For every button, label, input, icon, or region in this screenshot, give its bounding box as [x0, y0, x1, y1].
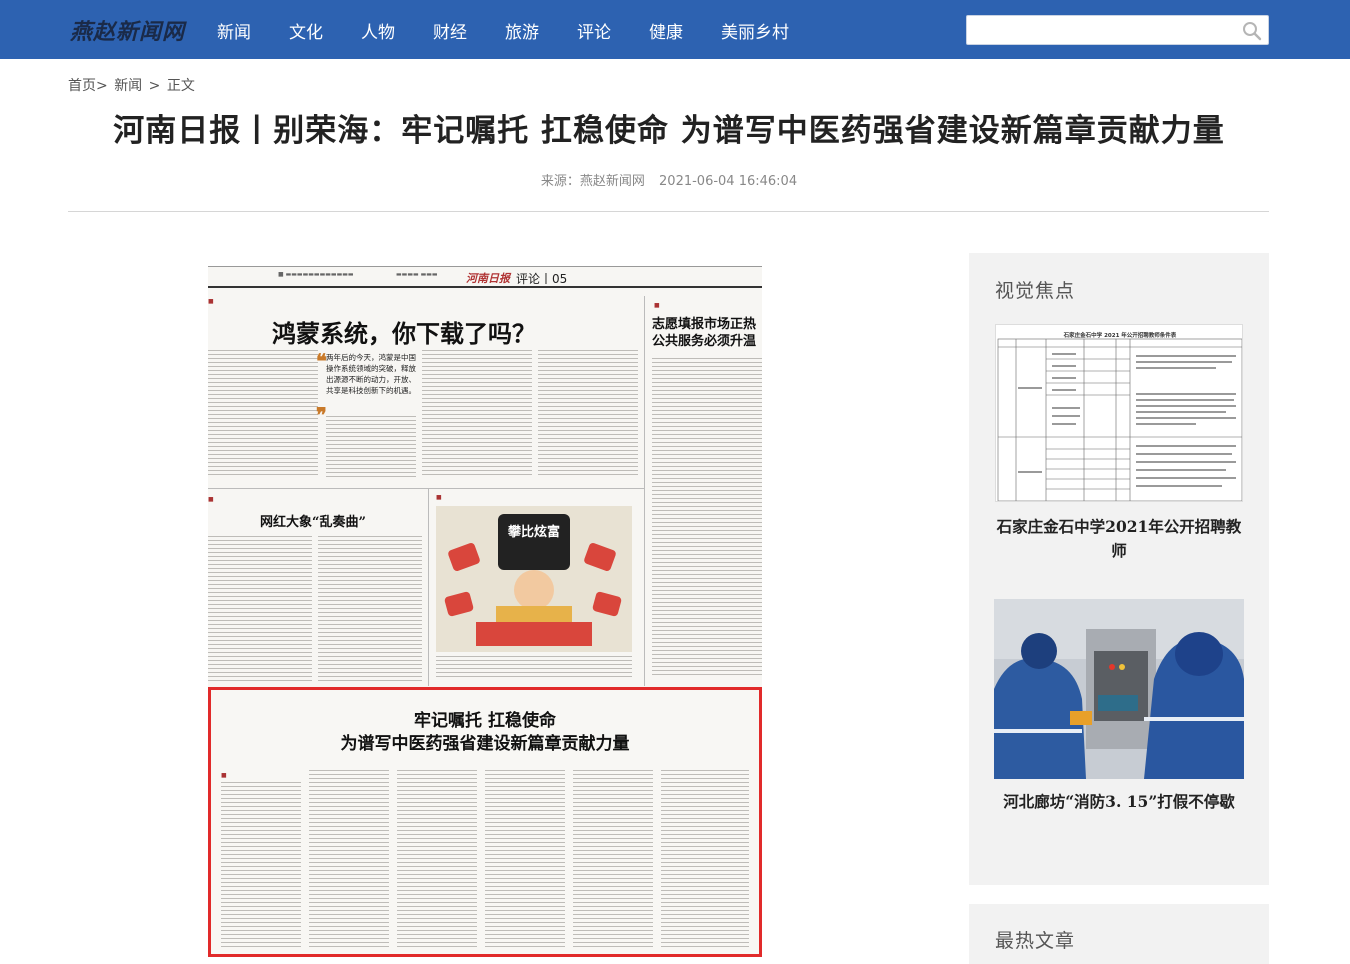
column-divider — [428, 488, 429, 686]
sidebar-visual-focus: 视觉焦点 石家庄金石中学 2021 年公开招聘教师条件表 石家庄金石中学2021… — [969, 253, 1269, 885]
nav-item-people[interactable]: 人物 — [361, 18, 395, 43]
cartoon-illustration: 攀比炫富 — [436, 506, 632, 652]
nav-item-commentary[interactable]: 评论 — [577, 18, 611, 43]
article-meta: 来源：燕赵新闻网 2021-06-04 16:46:04 — [0, 170, 1338, 189]
highlighted-headline-line1: 牢记嘱托 扛稳使命 — [414, 711, 556, 731]
nav-item-travel[interactable]: 旅游 — [505, 18, 539, 43]
column-divider — [644, 296, 645, 686]
newspaper-text-block — [661, 770, 749, 950]
newspaper-tag — [654, 302, 660, 309]
cartoon-text: 攀比炫富 — [507, 524, 560, 540]
newspaper-text-block — [538, 350, 638, 478]
breadcrumb-home[interactable]: 首页> — [68, 78, 108, 94]
cartoon-caption — [436, 656, 632, 680]
newspaper-cartoon: 攀比炫富 — [436, 506, 632, 652]
newspaper-text-block — [221, 782, 301, 950]
newspaper-text-block — [326, 416, 416, 478]
search-input[interactable] — [966, 15, 1269, 45]
breadcrumb: 首页> 新闻 > 正文 — [68, 75, 197, 95]
sidebar-item-1-title[interactable]: 石家庄金石中学2021年公开招聘教师 — [991, 515, 1247, 563]
breadcrumb-separator: > — [148, 78, 161, 94]
newspaper-text-block — [397, 770, 477, 950]
nav-item-health[interactable]: 健康 — [649, 18, 683, 43]
newspaper-header: ■ ▬▬▬▬▬▬▬▬▬▬▬▬ ▬▬▬▬ ▬▬▬ 河南日报 评论丨05 — [208, 266, 762, 288]
newspaper-text-block — [652, 358, 762, 678]
newspaper-text-block — [485, 770, 565, 950]
newspaper-image: ■ ▬▬▬▬▬▬▬▬▬▬▬▬ ▬▬▬▬ ▬▬▬ 河南日报 评论丨05 鸿蒙系统，… — [208, 266, 762, 957]
search-icon[interactable] — [1242, 21, 1262, 41]
nav-item-culture[interactable]: 文化 — [289, 18, 323, 43]
newspaper-brand: 河南日报 — [466, 272, 510, 285]
site-logo[interactable]: 燕赵新闻网 — [70, 14, 185, 46]
highlighted-headline: 牢记嘱托 扛稳使命 为谱写中医药强省建设新篇章贡献力量 — [211, 710, 759, 756]
newspaper-quote: 两年后的今天，鸿蒙是中国操作系统领域的突破，释放出源源不断的动力，开放、共享是科… — [326, 353, 416, 395]
newspaper-text-block — [422, 350, 532, 478]
nav-item-beautiful-village[interactable]: 美丽乡村 — [721, 18, 789, 43]
newspaper-tag — [436, 494, 442, 501]
sidebar-heading-hot: 最热文章 — [995, 930, 1076, 952]
newspaper-text-block — [318, 536, 422, 682]
newspaper-sub-headline: 网红大象“乱奏曲” — [260, 515, 366, 530]
breadcrumb-news[interactable]: 新闻 — [114, 78, 142, 94]
newspaper-headline: 鸿蒙系统，你下载了吗？ — [272, 319, 536, 348]
highlighted-headline-line2: 为谱写中医药强省建设新篇章贡献力量 — [340, 734, 630, 754]
row-divider — [208, 488, 644, 489]
title-divider — [68, 211, 1269, 212]
sidebar-heading-visual: 视觉焦点 — [995, 280, 1076, 302]
sidebar-hot-articles: 最热文章 — [969, 904, 1269, 964]
sidebar-thumbnail-1[interactable]: 石家庄金石中学 2021 年公开招聘教师条件表 — [995, 324, 1243, 502]
newspaper-tag — [208, 496, 214, 503]
article-source: 来源：燕赵新闻网 — [540, 174, 645, 189]
top-nav: 燕赵新闻网 新闻 文化 人物 财经 旅游 评论 健康 美丽乡村 — [0, 0, 1350, 59]
newspaper-side-headline: 志愿填报市场正热 公共服务必须升温 — [652, 317, 757, 349]
newspaper-tag — [208, 298, 214, 305]
newspaper-text-block — [309, 770, 389, 950]
fire-inspection-photo — [994, 599, 1244, 779]
newspaper-text-block — [208, 536, 312, 682]
newspaper-text-block — [208, 350, 318, 478]
article-title: 河南日报丨别荣海：牢记嘱托 扛稳使命 为谱写中医药强省建设新篇章贡献力量 — [113, 113, 1225, 149]
newspaper-tag — [221, 772, 227, 779]
sidebar-thumbnail-2[interactable] — [994, 599, 1244, 779]
newspaper-header-contact: ■ ▬▬▬▬▬▬▬▬▬▬▬▬ — [278, 271, 354, 278]
article-datetime: 2021-06-04 16:46:04 — [659, 174, 798, 189]
newspaper-text-block — [573, 770, 653, 950]
newspaper-section: 评论丨05 — [516, 272, 568, 286]
breadcrumb-current: 正文 — [166, 78, 195, 94]
nav-item-finance[interactable]: 财经 — [433, 18, 467, 43]
newspaper-header-date: ▬▬▬▬ ▬▬▬ — [396, 271, 438, 278]
highlighted-article: 牢记嘱托 扛稳使命 为谱写中医药强省建设新篇章贡献力量 — [208, 687, 762, 957]
sidebar-item-2-title[interactable]: 河北廊坊“消防3. 15”打假不停歇 — [991, 790, 1247, 812]
table-grid-graphic — [997, 338, 1242, 501]
nav-item-news[interactable]: 新闻 — [217, 18, 251, 43]
